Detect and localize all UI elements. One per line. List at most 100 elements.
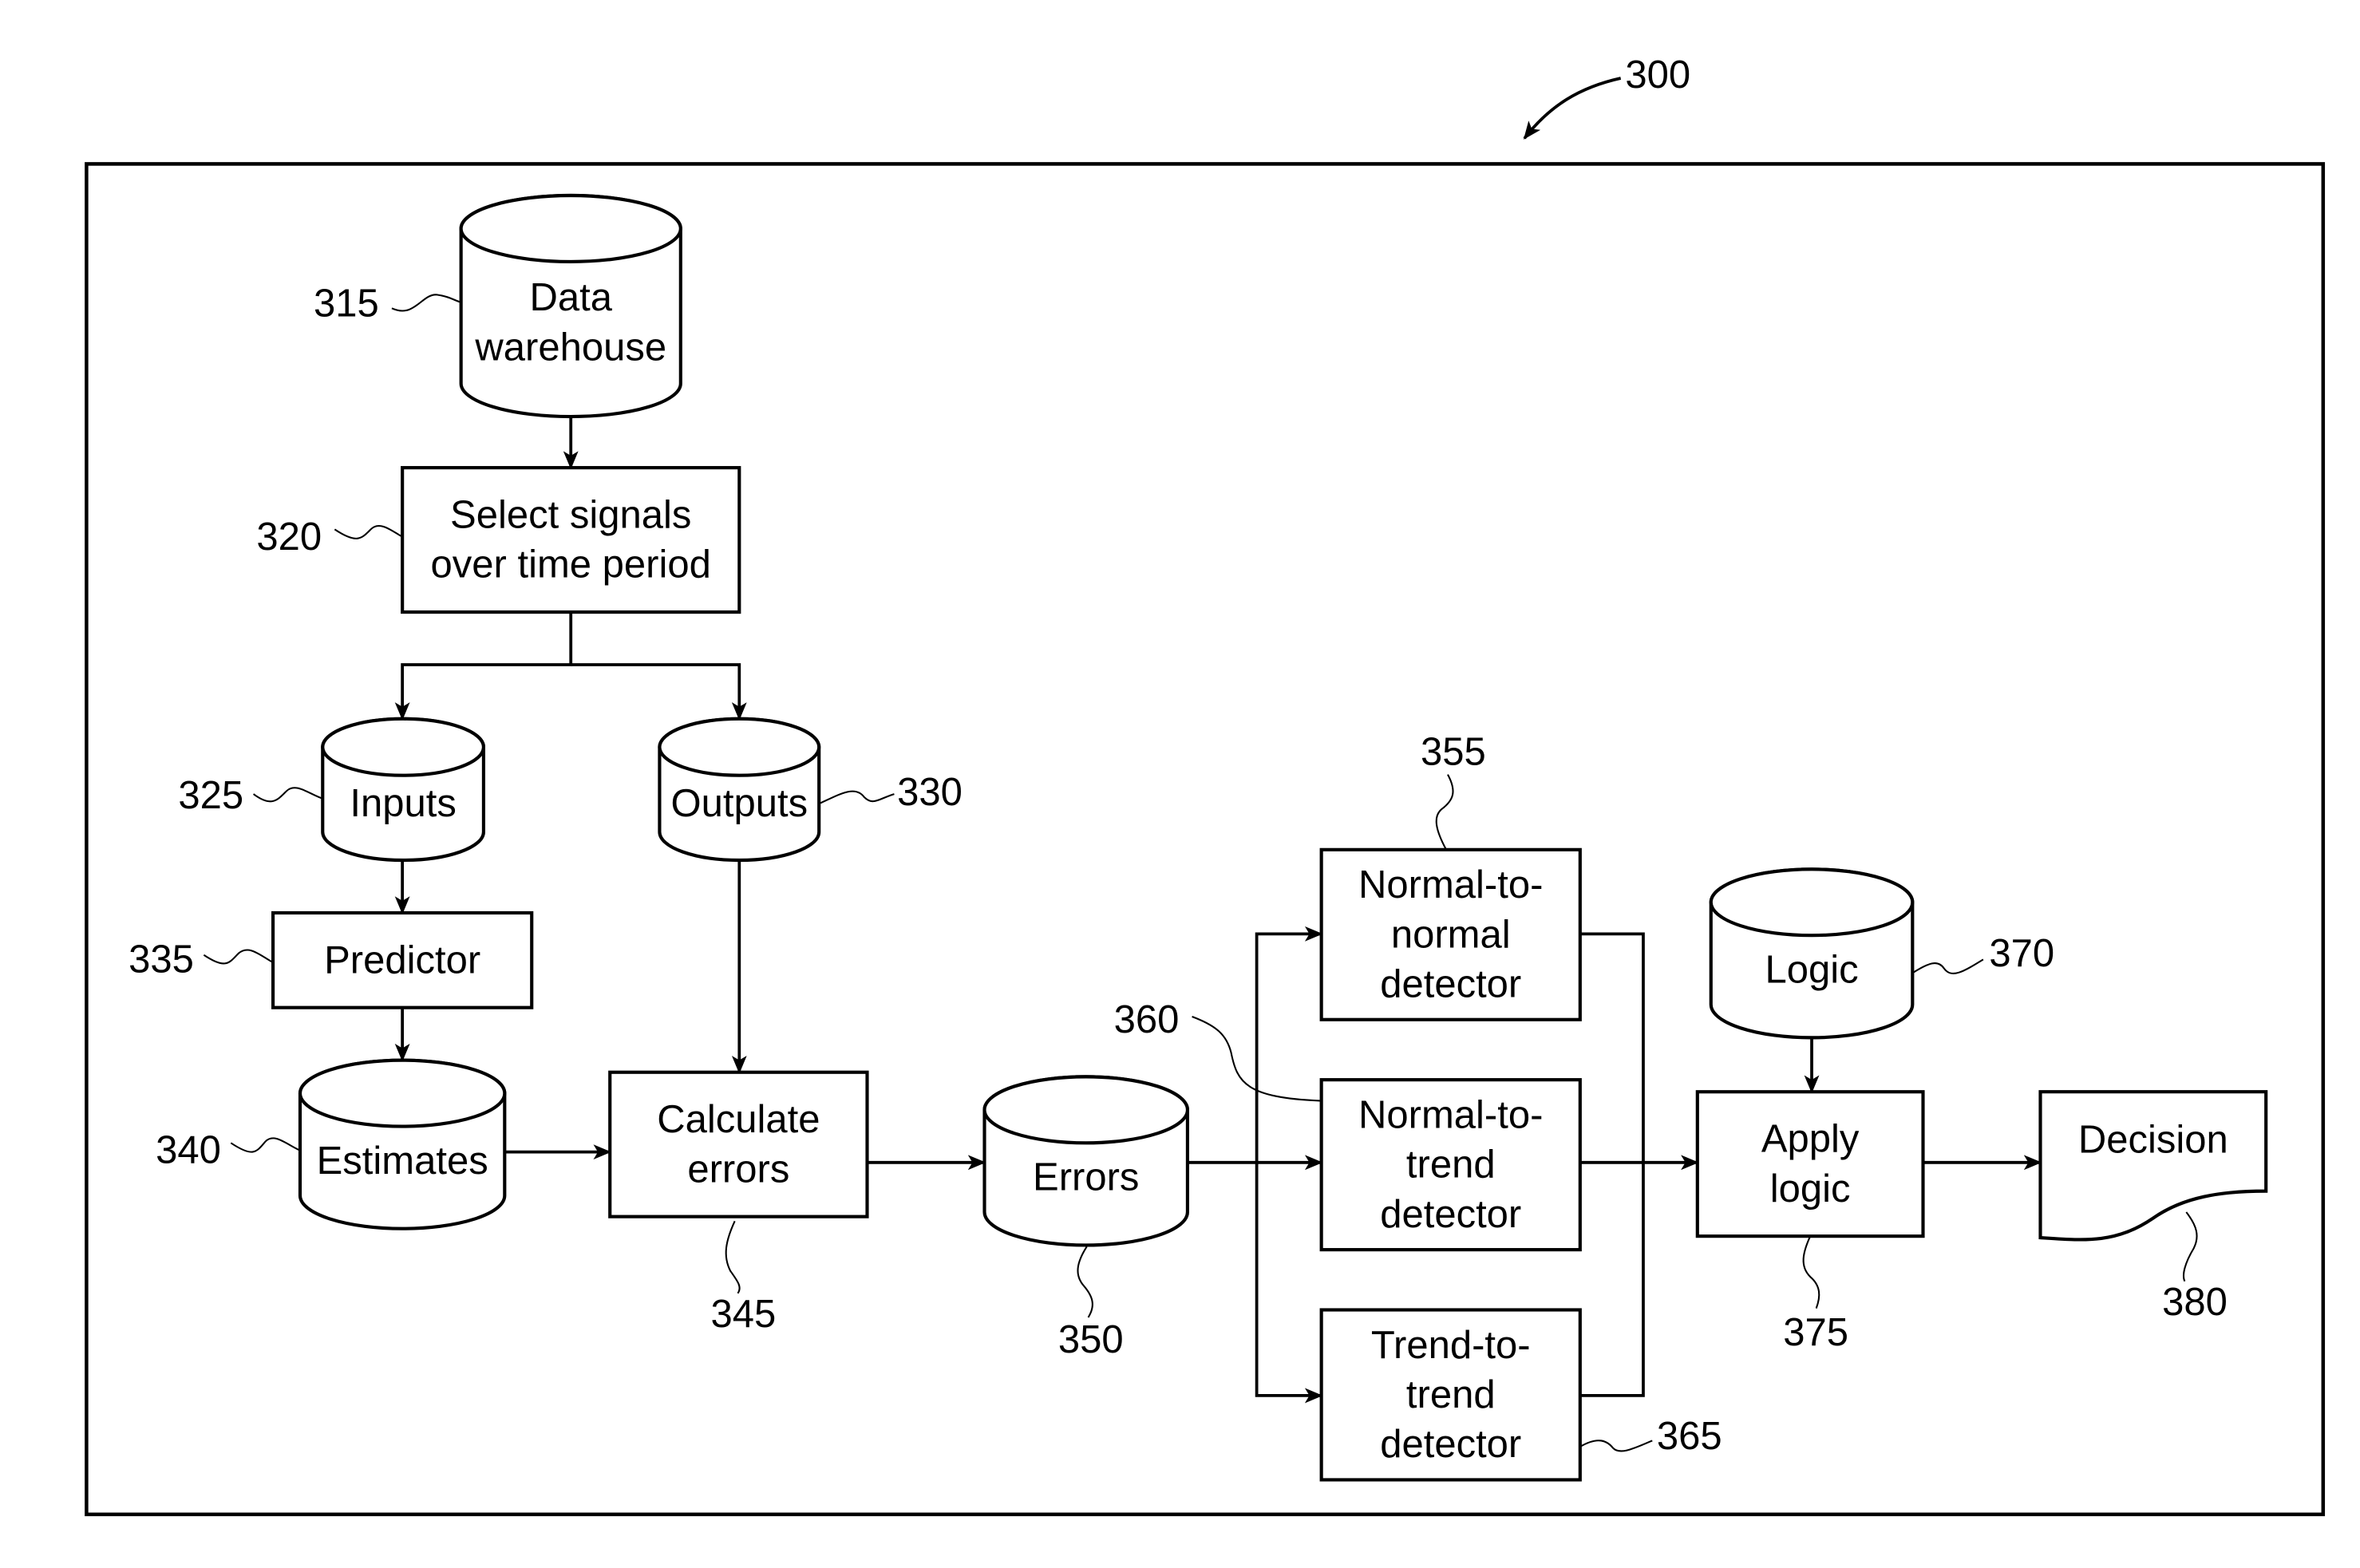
reference-345: 345 (710, 1220, 776, 1336)
edge-trend-to-trend-to-apply-logic (1579, 1162, 1645, 1397)
node-errors: Errors (982, 1075, 1189, 1247)
edge-errors-to-normal-to-normal (1255, 926, 1323, 1163)
reference-numeral: 325 (178, 774, 243, 817)
node-label-trend-to-trend: Trend-to- (1371, 1324, 1531, 1367)
node-label-predictor: Predictor (324, 938, 480, 981)
process-box (401, 466, 741, 614)
node-label-outputs: Outputs (671, 782, 808, 825)
leader-line (1911, 958, 1984, 974)
leader-line (725, 1220, 741, 1294)
node-apply-logic: Apply logic (1695, 1090, 1925, 1238)
node-label-calculate-errors: errors (687, 1147, 789, 1191)
reference-numeral: 335 (128, 938, 194, 981)
node-label-data-warehouse: warehouse (474, 326, 666, 369)
document-shape (2038, 1090, 2268, 1242)
node-estimates: Estimates (298, 1058, 507, 1230)
process-box (608, 1070, 869, 1218)
leader-line (1802, 1235, 1820, 1309)
leader-line (391, 294, 461, 312)
reference-numeral: 350 (1058, 1318, 1124, 1361)
cylinder-top (321, 717, 485, 777)
node-label-trend-to-trend: detector (1380, 1423, 1521, 1466)
cylinder-top (298, 1058, 507, 1128)
reference-375: 375 (1783, 1235, 1848, 1354)
cylinder-top (982, 1075, 1189, 1145)
node-label-inputs: Inputs (350, 782, 456, 825)
reference-380: 380 (2162, 1211, 2228, 1324)
reference-330: 330 (820, 771, 963, 814)
reference-numeral: 320 (256, 515, 322, 559)
reference-325: 325 (178, 774, 323, 817)
edge-errors-to-trend-to-trend (1255, 1162, 1323, 1404)
node-label-normal-to-normal: normal (1391, 913, 1511, 956)
node-label-select-signals: over time period (431, 543, 711, 587)
node-calculate-errors: Calculate errors (608, 1070, 869, 1218)
leader-line (820, 790, 895, 804)
node-label-data-warehouse: Data (529, 276, 612, 319)
figure-reference-arrow (1523, 77, 1622, 140)
node-label-normal-to-normal: Normal-to- (1358, 863, 1543, 906)
node-label-select-signals: Select signals (450, 493, 691, 536)
node-inputs: Inputs (321, 717, 485, 863)
node-label-apply-logic: Apply (1761, 1118, 1860, 1161)
process-box (1695, 1090, 1925, 1238)
reference-340: 340 (156, 1129, 301, 1172)
reference-numeral: 380 (2162, 1281, 2228, 1324)
reference-370: 370 (1911, 932, 2054, 975)
node-select-signals: Select signals over time period (401, 466, 741, 614)
node-data-warehouse: Data warehouse (459, 193, 682, 419)
node-logic: Logic (1709, 867, 1915, 1040)
reference-numeral: 345 (710, 1293, 776, 1336)
leader-line (1077, 1246, 1093, 1318)
reference-numeral: 330 (897, 771, 963, 814)
cylinder-top (658, 717, 821, 777)
reference-numeral: 370 (1989, 932, 2054, 975)
node-label-normal-to-trend: trend (1406, 1143, 1496, 1187)
node-label-apply-logic: logic (1770, 1167, 1851, 1211)
reference-315: 315 (314, 282, 461, 326)
node-label-trend-to-trend: trend (1406, 1373, 1496, 1416)
flowchart-svg: 300 Data warehouse Select signals over time… (85, 53, 2326, 1517)
node-label-normal-to-trend: Normal-to- (1358, 1093, 1543, 1136)
node-predictor: Predictor (271, 910, 534, 1009)
node-label-errors: Errors (1033, 1156, 1139, 1199)
node-normal-to-trend: Normal-to-trend detector (1319, 1078, 1582, 1252)
edge-select-signals-to-inputs (394, 612, 573, 721)
cylinder-top (459, 193, 682, 263)
edge-select-signals-to-outputs (571, 663, 747, 721)
reference-365: 365 (1579, 1415, 1722, 1458)
leader-line (1579, 1440, 1653, 1452)
node-label-decision: Decision (2078, 1119, 2228, 1162)
leader-line (2182, 1211, 2198, 1282)
figure-reference-number: 300 (1625, 53, 1690, 97)
node-label-estimates: Estimates (317, 1139, 488, 1183)
node-normal-to-normal: Normal-to-normal detector (1319, 847, 1582, 1021)
diagram-canvas: 300 Data warehouse Select signals over time… (0, 0, 2360, 1564)
reference-numeral: 340 (156, 1129, 221, 1172)
node-outputs: Outputs (658, 717, 821, 863)
reference-335: 335 (128, 938, 274, 981)
reference-numeral: 365 (1657, 1415, 1722, 1458)
node-trend-to-trend: Trend-to-trend detector (1319, 1308, 1582, 1482)
nodes-layer: Data warehouse Select signals over time per… (271, 193, 2268, 1482)
node-label-normal-to-normal: detector (1380, 962, 1521, 1005)
reference-numeral: 360 (1114, 998, 1180, 1041)
figure-reference: 300 (1523, 53, 1690, 140)
reference-numeral: 355 (1421, 730, 1486, 773)
leader-line (203, 949, 274, 965)
reference-numeral: 315 (314, 282, 379, 326)
reference-numerals-layer: 315 320 325 330 335 340 345 350 355 360 365 370 375 3… (128, 282, 2228, 1458)
edge-normal-to-normal-to-apply-logic (1579, 932, 1645, 1163)
leader-line (334, 524, 403, 539)
reference-355: 355 (1421, 730, 1486, 851)
node-label-logic: Logic (1765, 949, 1858, 992)
node-label-calculate-errors: Calculate (657, 1098, 820, 1141)
reference-numeral: 375 (1783, 1311, 1848, 1354)
reference-350: 350 (1058, 1246, 1124, 1361)
leader-line (1435, 774, 1454, 851)
node-label-normal-to-trend: detector (1380, 1193, 1521, 1236)
leader-line (230, 1137, 301, 1153)
node-decision: Decision (2038, 1090, 2268, 1242)
cylinder-top (1709, 867, 1915, 938)
leader-line (252, 787, 323, 803)
